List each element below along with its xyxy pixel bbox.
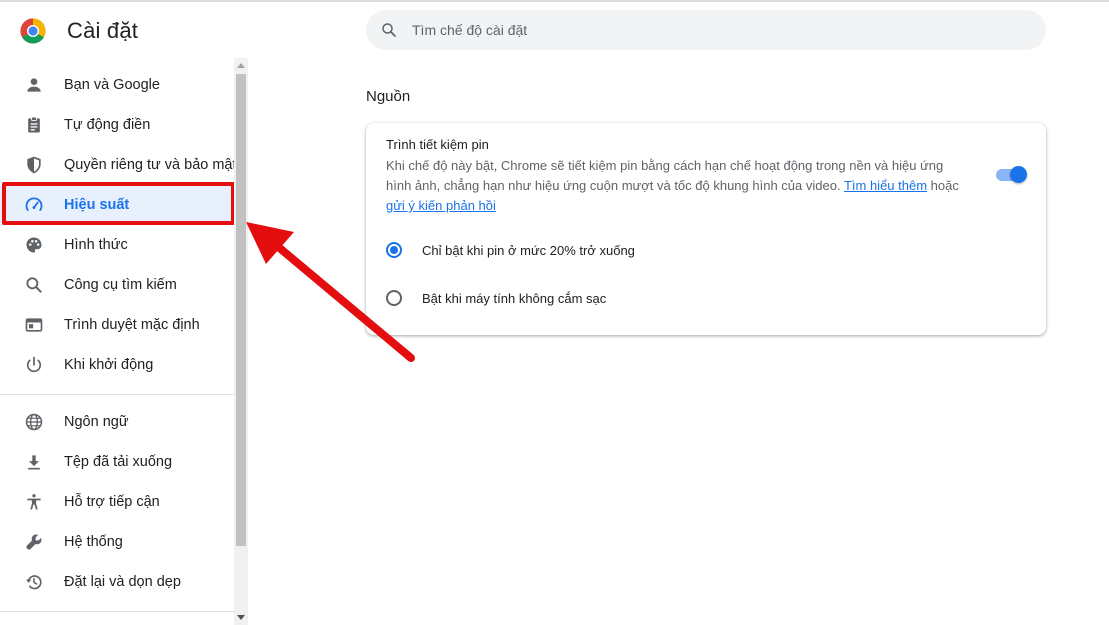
sidebar-item-languages[interactable]: Ngôn ngữ <box>0 402 234 442</box>
radio-option-low-battery[interactable]: Chỉ bật khi pin ở mức 20% trở xuống <box>386 242 635 258</box>
radio-button-checked[interactable] <box>386 242 402 258</box>
battery-saver-toggle[interactable] <box>994 166 1028 184</box>
speedometer-icon <box>25 197 43 211</box>
search-icon <box>382 23 396 37</box>
accessibility-icon <box>27 494 41 510</box>
restore-icon <box>26 575 42 590</box>
sidebar-item-downloads[interactable]: Tệp đã tải xuống <box>0 442 234 482</box>
download-icon <box>28 455 40 470</box>
sidebar-item-label: Trình duyệt mặc định <box>64 317 200 333</box>
section-title: Nguồn <box>366 88 411 105</box>
scrollbar-thumb[interactable] <box>236 74 246 546</box>
card-description: Khi chế độ này bật, Chrome sẽ tiết kiệm … <box>386 156 966 216</box>
sidebar-item-performance[interactable]: Hiệu suất <box>0 185 234 225</box>
sidebar-item-on-startup[interactable]: Khi khởi động <box>0 345 234 385</box>
sidebar-divider <box>0 611 234 612</box>
or-text: hoặc <box>930 178 959 193</box>
sidebar-item-label: Hiệu suất <box>64 197 130 213</box>
sidebar-item-label: Quyền riêng tư và bảo mật <box>64 157 237 173</box>
sidebar-item-reset[interactable]: Đặt lại và dọn dẹp <box>0 562 234 602</box>
radio-label: Bật khi máy tính không cắm sạc <box>422 290 607 306</box>
send-feedback-link[interactable]: gửi ý kiến phản hồi <box>386 198 496 213</box>
sidebar-item-default-browser[interactable]: Trình duyệt mặc định <box>0 305 234 345</box>
sidebar-item-label: Hệ thống <box>64 534 123 550</box>
sidebar-item-label: Khi khởi động <box>64 357 154 373</box>
sidebar-item-label: Hỗ trợ tiếp cận <box>64 494 160 510</box>
search-bar[interactable] <box>366 10 1046 50</box>
battery-saver-card: Trình tiết kiệm pin Khi chế độ này bật, … <box>366 123 1046 335</box>
power-icon <box>26 356 42 373</box>
sidebar-item-label: Đặt lại và dọn dẹp <box>64 574 181 590</box>
sidebar-nav: Bạn và Google Tự động điền Quyền riêng t… <box>0 62 237 625</box>
sidebar-item-privacy-security[interactable]: Quyền riêng tư và bảo mật <box>0 145 237 185</box>
palette-icon <box>26 237 42 253</box>
shield-icon <box>27 156 41 174</box>
sidebar-item-label: Tự động điền <box>64 117 151 133</box>
sidebar-scrollbar[interactable] <box>234 58 248 625</box>
caret-down-icon <box>237 615 245 620</box>
page-title: Cài đặt <box>67 18 139 43</box>
scroll-up-button[interactable] <box>234 58 248 72</box>
toggle-knob <box>1010 166 1027 183</box>
search-icon <box>26 277 42 293</box>
scroll-down-button[interactable] <box>234 611 248 625</box>
sidebar-item-label: Ngôn ngữ <box>64 414 129 430</box>
sidebar-item-system[interactable]: Hệ thống <box>0 522 234 562</box>
learn-more-link[interactable]: Tìm hiểu thêm <box>844 178 927 193</box>
sidebar-item-search-engine[interactable]: Công cụ tìm kiếm <box>0 265 234 305</box>
clipboard-icon <box>28 116 40 133</box>
person-icon <box>27 78 41 92</box>
radio-option-unplugged[interactable]: Bật khi máy tính không cắm sạc <box>386 290 606 306</box>
radio-label: Chỉ bật khi pin ở mức 20% trở xuống <box>422 242 635 258</box>
sidebar-item-appearance[interactable]: Hình thức <box>0 225 234 265</box>
window-top-border <box>0 0 1109 2</box>
sidebar-item-autofill[interactable]: Tự động điền <box>0 105 234 145</box>
caret-up-icon <box>237 63 245 68</box>
sidebar-item-label: Hình thức <box>64 237 128 253</box>
search-input[interactable] <box>412 22 1012 38</box>
wrench-icon <box>26 534 42 550</box>
browser-window-icon <box>25 318 43 332</box>
radio-button-unchecked[interactable] <box>386 290 402 306</box>
sidebar-item-you-and-google[interactable]: Bạn và Google <box>0 65 234 105</box>
sidebar-item-label: Tệp đã tải xuống <box>64 454 173 470</box>
sidebar-item-label: Công cụ tìm kiếm <box>64 277 177 293</box>
header-brand: Cài đặt <box>20 18 138 44</box>
globe-icon <box>25 413 43 431</box>
sidebar-item-label: Bạn và Google <box>64 77 160 93</box>
sidebar-item-accessibility[interactable]: Hỗ trợ tiếp cận <box>0 482 234 522</box>
card-title: Trình tiết kiệm pin <box>386 137 489 152</box>
chrome-logo-icon <box>20 18 46 44</box>
sidebar-divider <box>0 394 234 395</box>
